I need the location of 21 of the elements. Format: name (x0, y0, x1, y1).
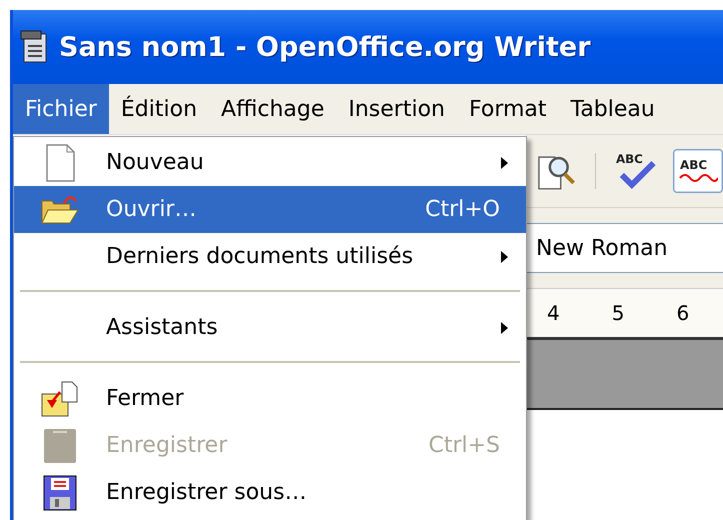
menu-item[interactable]: Nouveau (14, 139, 526, 186)
menu-bar-item[interactable]: Fichier (13, 84, 109, 134)
menu-bar-item[interactable]: Format (457, 84, 559, 134)
menu-bar-item[interactable]: Insertion (336, 84, 457, 134)
menu-item[interactable]: Assistants (14, 304, 526, 351)
ruler-number: 5 (612, 301, 624, 325)
menu-bar-item[interactable]: Affichage (209, 84, 336, 134)
window-title: Sans nom1 - OpenOffice.org Writer (59, 32, 591, 62)
document-icon (19, 30, 49, 64)
menu-item[interactable]: Derniers documents utilisés (14, 233, 526, 280)
close-document-icon (40, 380, 80, 418)
menu-item[interactable]: Fermer (14, 375, 526, 422)
menu-bar-item[interactable]: Édition (108, 84, 210, 134)
menu-item[interactable]: Enregistrer sous… (14, 469, 526, 516)
ruler-number: 4 (547, 301, 560, 325)
ruler-number: 6 (676, 301, 690, 325)
blank-page-icon (45, 144, 75, 182)
font-name-field[interactable]: New Roman (525, 223, 723, 273)
menu-item[interactable]: Ouvrir… Ctrl+O (14, 186, 526, 233)
auto-spellcheck-button[interactable]: ABC (672, 149, 723, 193)
menu-bar-item[interactable]: Tableau (558, 84, 667, 134)
